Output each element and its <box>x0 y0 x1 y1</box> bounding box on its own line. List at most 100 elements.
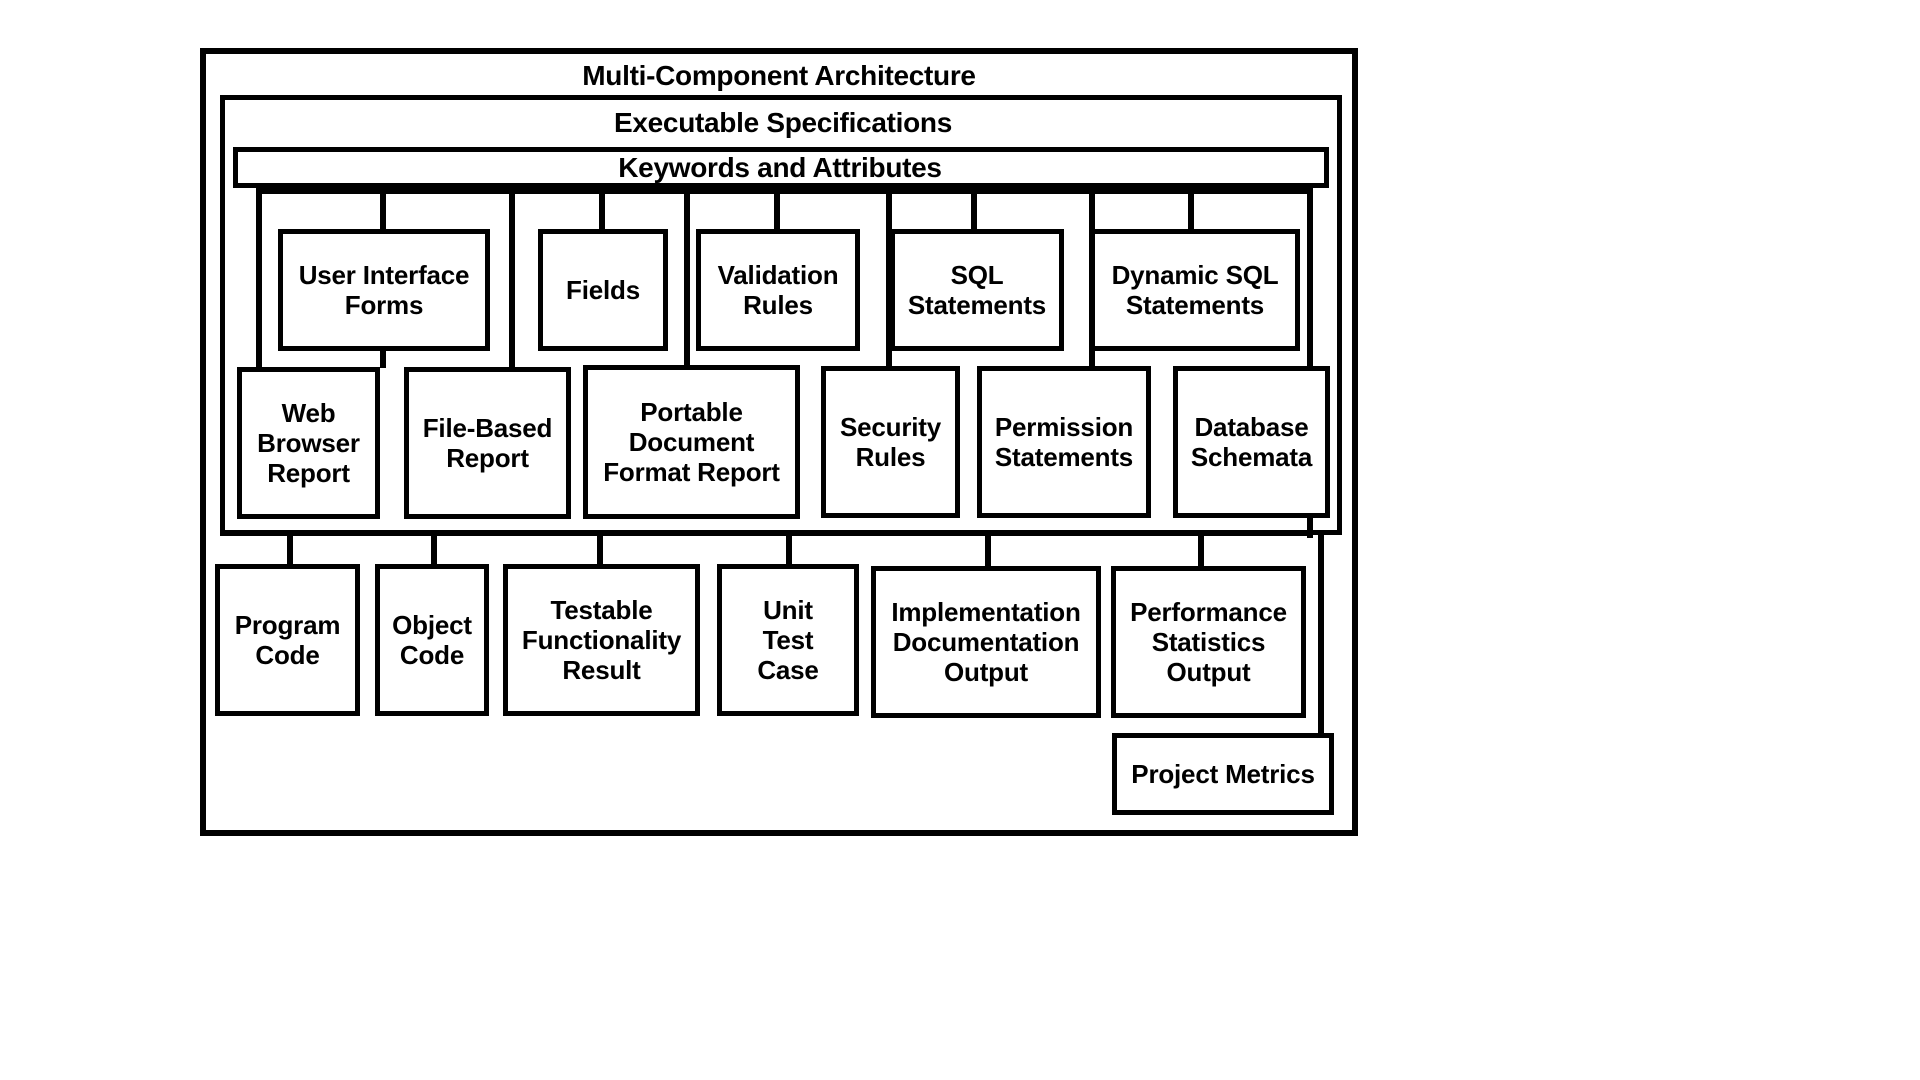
box-label-line1: Project Metrics <box>1131 758 1315 789</box>
box-label-line2: Forms <box>344 290 424 320</box>
box-label-line1: Testable <box>550 594 653 625</box>
box-label-line2: Code <box>399 640 465 670</box>
box-unit-test-case[interactable]: Unit Test Case <box>717 564 859 716</box>
level2-container-title: Executable Specifications <box>614 107 952 138</box>
box-label: Permission Statements <box>995 412 1133 472</box>
box-testable-functionality-result[interactable]: Testable Functionality Result <box>503 564 700 716</box>
drop-row3-performance-statistics-output <box>1198 530 1204 566</box>
drop-row1-fields-left <box>509 188 515 230</box>
box-label-line3: Result <box>562 655 641 686</box>
box-portable-document-format-report[interactable]: Portable Document Format Report <box>583 365 800 519</box>
bus-row1 <box>256 188 1313 194</box>
box-label-line1: Validation <box>717 259 839 290</box>
box-web-browser-report[interactable]: Web Browser Report <box>237 367 380 519</box>
box-label-line1: Database <box>1194 411 1309 442</box>
drop-row1-user-interface-forms <box>380 188 386 230</box>
box-label: Performance Statistics Output <box>1130 597 1287 687</box>
box-label: Database Schemata <box>1191 412 1312 472</box>
box-label-line3: Output <box>944 657 1028 688</box>
box-label: Fields <box>566 275 640 305</box>
box-label: Security Rules <box>840 412 941 472</box>
box-label-line1: Unit <box>763 594 813 625</box>
box-label: Program Code <box>235 610 341 670</box>
box-label-line2: Code <box>255 640 320 670</box>
drop-row1-sql-left <box>886 188 892 230</box>
box-label: Validation Rules <box>718 260 839 320</box>
box-validation-rules[interactable]: Validation Rules <box>696 229 860 351</box>
box-label-line2: Statements <box>1125 290 1265 320</box>
drop-row2-file-based-report <box>509 229 515 368</box>
box-label-line1: Dynamic SQL <box>1111 259 1279 290</box>
box-label-line1: File-Based <box>422 412 553 443</box>
box-label: Dynamic SQL Statements <box>1112 260 1279 320</box>
box-label-line1: SQL <box>950 259 1004 290</box>
box-label-line1: Web <box>281 397 336 428</box>
drop-row1-sql-statements <box>971 188 977 230</box>
box-user-interface-forms[interactable]: User Interface Forms <box>278 229 490 351</box>
box-label: SQL Statements <box>908 260 1046 320</box>
box-label-line2: Document <box>628 426 755 457</box>
box-label: Object Code <box>392 610 472 670</box>
drop-row3-testable-functionality-result <box>597 530 603 566</box>
box-label-line2: Functionality <box>521 624 682 655</box>
box-label-line1: Performance <box>1130 596 1287 627</box>
drop-row3-object-code <box>431 530 437 566</box>
spine-right-project-metrics <box>1318 530 1324 735</box>
drop-row2-permission-statements <box>1089 229 1095 368</box>
box-label-line1: Implementation <box>891 596 1081 627</box>
box-label-line3: Case <box>757 655 819 686</box>
box-label: Project Metrics <box>1131 758 1315 789</box>
box-label: File-Based Report <box>423 413 553 473</box>
box-dynamic-sql-statements[interactable]: Dynamic SQL Statements <box>1090 229 1300 351</box>
box-label-line2: Statements <box>994 442 1134 472</box>
box-file-based-report[interactable]: File-Based Report <box>404 367 571 519</box>
drop-row1-validation-left <box>684 188 690 230</box>
box-label-line2: Statements <box>907 290 1047 320</box>
box-performance-statistics-output[interactable]: Performance Statistics Output <box>1111 566 1306 718</box>
outer-container-title: Multi-Component Architecture <box>582 60 976 91</box>
box-label: User Interface Forms <box>299 260 470 320</box>
box-database-schemata[interactable]: Database Schemata <box>1173 366 1330 518</box>
drop-row2-portable-document <box>684 229 690 368</box>
box-object-code[interactable]: Object Code <box>375 564 489 716</box>
box-label-line1: Security <box>839 411 941 442</box>
drop-row3-implementation-documentation-output <box>985 530 991 566</box>
box-label-line1: Fields <box>566 274 640 305</box>
box-sql-statements[interactable]: SQL Statements <box>890 229 1064 351</box>
box-label: Unit Test Case <box>757 594 819 686</box>
box-label-line3: Format Report <box>603 457 780 488</box>
box-label-line2: Browser <box>257 427 360 458</box>
box-label-line2: Test <box>762 624 814 655</box>
drop-row1-validation-rules <box>774 188 780 230</box>
box-project-metrics[interactable]: Project Metrics <box>1112 733 1334 815</box>
box-label-line2: Rules <box>855 442 926 472</box>
box-permission-statements[interactable]: Permission Statements <box>977 366 1151 518</box>
box-label-line2: Documentation <box>892 626 1080 657</box>
drop-row2-security-rules <box>886 229 892 368</box>
box-label-line2: Schemata <box>1190 442 1313 472</box>
bus-row3 <box>220 530 1313 536</box>
box-label-line1: User Interface <box>298 259 470 290</box>
box-implementation-documentation-output[interactable]: Implementation Documentation Output <box>871 566 1101 718</box>
keywords-and-attributes-label: Keywords and Attributes <box>618 152 942 183</box>
box-program-code[interactable]: Program Code <box>215 564 360 716</box>
box-label-line2: Report <box>446 443 529 473</box>
spine-left-row1 <box>256 188 262 368</box>
diagram-canvas: Multi-Component Architecture Executable … <box>0 0 1920 1080</box>
box-security-rules[interactable]: Security Rules <box>821 366 960 518</box>
drop-row1-fields <box>599 188 605 230</box>
box-label-line1: Permission <box>994 411 1134 442</box>
box-fields[interactable]: Fields <box>538 229 668 351</box>
drop-row2-web-browser-report <box>380 351 386 368</box>
drop-row3-program-code <box>287 530 293 566</box>
box-label-line1: Object <box>392 609 472 640</box>
box-label: Web Browser Report <box>257 398 360 488</box>
box-label-line1: Portable <box>640 396 743 427</box>
drop-row3-unit-test-case <box>786 530 792 566</box>
box-label-line1: Program <box>234 609 341 640</box>
box-label: Testable Functionality Result <box>522 595 681 685</box>
drop-row1-dynamic-sql-left <box>1089 188 1095 230</box>
box-label-line2: Rules <box>743 290 813 320</box>
box-label-line2: Statistics <box>1151 626 1266 657</box>
box-label: Portable Document Format Report <box>603 397 780 487</box>
